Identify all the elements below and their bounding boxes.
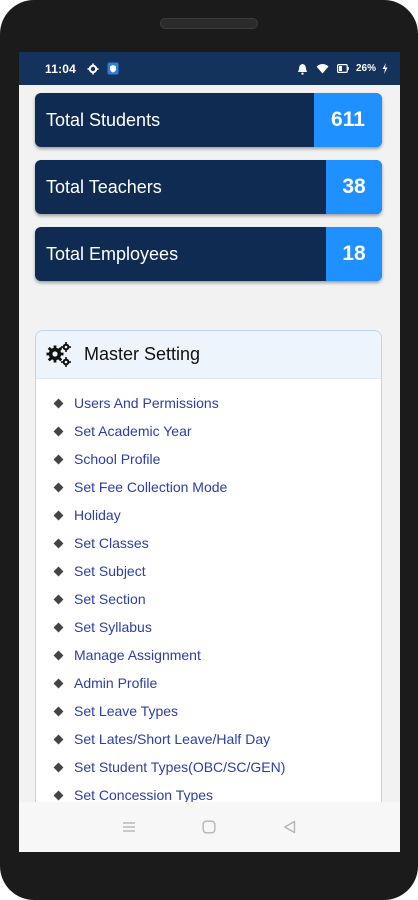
bullet-icon xyxy=(53,706,64,716)
master-setting-panel: Master Setting Users And Permissions Set… xyxy=(35,330,382,802)
bullet-icon xyxy=(53,482,64,492)
menu-item-academic-year[interactable]: Set Academic Year xyxy=(36,417,381,445)
menu-link[interactable]: Set Subject xyxy=(74,563,146,579)
menu-link[interactable]: Holiday xyxy=(74,507,121,523)
bullet-icon xyxy=(53,398,64,408)
menu-item-classes[interactable]: Set Classes xyxy=(36,529,381,557)
recents-icon[interactable] xyxy=(118,816,140,838)
back-icon[interactable] xyxy=(279,816,301,838)
stat-card-students[interactable]: Total Students 611 xyxy=(35,93,382,147)
stat-label: Total Teachers xyxy=(46,176,162,197)
menu-item-student-types[interactable]: Set Student Types(OBC/SC/GEN) xyxy=(36,753,381,781)
menu-link[interactable]: Set Academic Year xyxy=(74,423,192,439)
bullet-icon xyxy=(53,622,64,632)
menu-item-manage-assignment[interactable]: Manage Assignment xyxy=(36,641,381,669)
menu-link[interactable]: Set Student Types(OBC/SC/GEN) xyxy=(74,759,285,775)
menu-item-fee-collection-mode[interactable]: Set Fee Collection Mode xyxy=(36,473,381,501)
system-nav-bar xyxy=(19,802,400,852)
status-bar: 11:04 26% xyxy=(19,52,400,85)
menu-link[interactable]: Set Classes xyxy=(74,535,149,551)
stat-label: Total Employees xyxy=(46,243,179,264)
master-setting-title: Master Setting xyxy=(84,344,201,364)
menu-link[interactable]: Manage Assignment xyxy=(74,647,201,663)
stat-value: 38 xyxy=(326,160,382,214)
menu-item-concession-types[interactable]: Set Concession Types xyxy=(36,781,381,802)
bullet-icon xyxy=(53,678,64,688)
menu-link[interactable]: Set Lates/Short Leave/Half Day xyxy=(74,731,270,747)
menu-link[interactable]: Set Fee Collection Mode xyxy=(74,479,227,495)
menu-link[interactable]: Set Syllabus xyxy=(74,619,152,635)
settings-icon xyxy=(86,62,100,76)
bullet-icon xyxy=(53,454,64,464)
menu-item-holiday[interactable]: Holiday xyxy=(36,501,381,529)
battery-icon xyxy=(336,62,350,76)
menu-link[interactable]: Admin Profile xyxy=(74,675,157,691)
menu-item-lates-short-leave[interactable]: Set Lates/Short Leave/Half Day xyxy=(36,725,381,753)
menu-link[interactable]: Set Section xyxy=(74,591,146,607)
stat-value: 18 xyxy=(326,227,382,281)
phone-frame: 11:04 26% Total Students 611 Total Teach… xyxy=(0,0,418,900)
stat-card-employees[interactable]: Total Employees 18 xyxy=(35,227,382,281)
stat-label: Total Students xyxy=(46,109,161,130)
bullet-icon xyxy=(53,426,64,436)
screen: 11:04 26% Total Students 611 Total Teach… xyxy=(19,52,400,852)
battery-percent: 26% xyxy=(355,63,376,74)
bullet-icon xyxy=(53,538,64,548)
menu-item-users-permissions[interactable]: Users And Permissions xyxy=(36,389,381,417)
stat-card-teachers[interactable]: Total Teachers 38 xyxy=(35,160,382,214)
wifi-icon xyxy=(316,62,330,76)
menu-item-syllabus[interactable]: Set Syllabus xyxy=(36,613,381,641)
status-right-group: 26% xyxy=(296,62,388,76)
alarm-icon xyxy=(296,62,310,76)
bullet-icon xyxy=(53,762,64,772)
menu-link[interactable]: Users And Permissions xyxy=(74,395,219,411)
stat-value: 611 xyxy=(314,93,382,147)
shield-app-icon xyxy=(106,62,120,76)
gears-icon xyxy=(45,341,73,369)
menu-item-school-profile[interactable]: School Profile xyxy=(36,445,381,473)
master-setting-header: Master Setting xyxy=(36,331,381,379)
bullet-icon xyxy=(53,566,64,576)
bullet-icon xyxy=(53,790,64,800)
menu-item-subject[interactable]: Set Subject xyxy=(36,557,381,585)
status-time: 11:04 xyxy=(45,61,77,76)
home-icon[interactable] xyxy=(198,816,220,838)
menu-item-section[interactable]: Set Section xyxy=(36,585,381,613)
charging-icon xyxy=(382,62,388,76)
menu-item-leave-types[interactable]: Set Leave Types xyxy=(36,697,381,725)
master-setting-menu: Users And Permissions Set Academic Year … xyxy=(36,379,381,802)
menu-item-admin-profile[interactable]: Admin Profile xyxy=(36,669,381,697)
bullet-icon xyxy=(53,510,64,520)
bullet-icon xyxy=(53,594,64,604)
menu-link[interactable]: Set Leave Types xyxy=(74,703,178,719)
dashboard-content: Total Students 611 Total Teachers 38 Tot… xyxy=(19,85,400,802)
menu-link[interactable]: Set Concession Types xyxy=(74,787,213,802)
bullet-icon xyxy=(53,734,64,744)
bullet-icon xyxy=(53,650,64,660)
menu-link[interactable]: School Profile xyxy=(74,451,160,467)
phone-speaker xyxy=(160,18,258,29)
